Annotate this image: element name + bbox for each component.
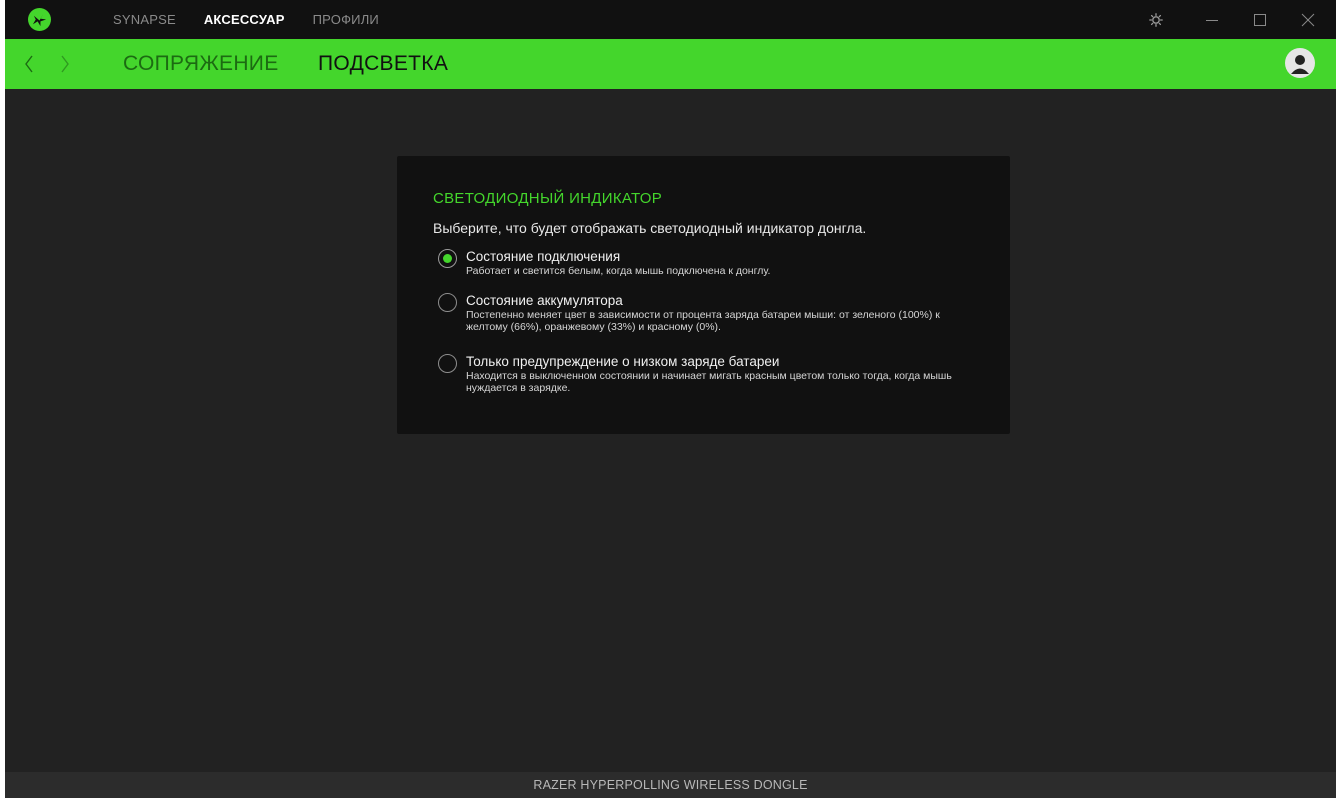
option-low-battery-warning[interactable]: Только предупреждение о низком заряде ба… <box>438 354 978 406</box>
tab-pairing[interactable]: СОПРЯЖЕНИЕ <box>123 52 279 76</box>
tab-accessory[interactable]: АКСЕССУАР <box>204 12 285 27</box>
option-description: Работает и светится белым, когда мышь по… <box>466 265 771 277</box>
option-label: Состояние подключения <box>466 249 621 264</box>
option-description: Постепенно меняет цвет в зависимости от … <box>466 309 940 333</box>
card-description: Выберите, что будет отображать светодиод… <box>433 220 867 236</box>
app-window: SYNAPSE АКСЕССУАР ПРОФИЛИ СОПРЯЖЕНИЕ ПОД… <box>5 0 1336 798</box>
option-connection-status[interactable]: Состояние подключения Работает и светитс… <box>438 249 978 285</box>
led-indicator-card: СВЕТОДИОДНЫЙ ИНДИКАТОР Выберите, что буд… <box>397 156 1010 434</box>
radio-connection-status[interactable] <box>438 249 457 268</box>
maximize-icon[interactable] <box>1240 0 1280 39</box>
razer-logo-icon[interactable] <box>28 8 51 31</box>
option-battery-status[interactable]: Состояние аккумулятора Постепенно меняет… <box>438 293 978 345</box>
tab-synapse[interactable]: SYNAPSE <box>113 12 176 27</box>
close-icon[interactable] <box>1288 0 1328 39</box>
option-description: Находится в выключенном состоянии и начи… <box>466 370 952 394</box>
device-name: RAZER HYPERPOLLING WIRELESS DONGLE <box>533 778 808 792</box>
title-bar: SYNAPSE АКСЕССУАР ПРОФИЛИ <box>5 0 1336 39</box>
status-bar: RAZER HYPERPOLLING WIRELESS DONGLE <box>5 772 1336 798</box>
tab-profiles[interactable]: ПРОФИЛИ <box>313 12 379 27</box>
radio-battery-status[interactable] <box>438 293 457 312</box>
forward-arrow-icon[interactable] <box>57 52 73 76</box>
user-icon <box>1291 55 1309 74</box>
avatar[interactable] <box>1285 48 1315 78</box>
main-tabs: SYNAPSE АКСЕССУАР ПРОФИЛИ <box>113 0 407 39</box>
option-label: Только предупреждение о низком заряде ба… <box>466 354 780 369</box>
tab-lighting[interactable]: ПОДСВЕТКА <box>318 52 448 76</box>
settings-icon[interactable] <box>1136 0 1176 39</box>
minimize-icon[interactable] <box>1192 0 1232 39</box>
sub-header: СОПРЯЖЕНИЕ ПОДСВЕТКА <box>5 39 1336 89</box>
radio-low-battery-warning[interactable] <box>438 354 457 373</box>
back-arrow-icon[interactable] <box>21 52 37 76</box>
option-label: Состояние аккумулятора <box>466 293 623 308</box>
card-title: СВЕТОДИОДНЫЙ ИНДИКАТОР <box>433 190 663 207</box>
